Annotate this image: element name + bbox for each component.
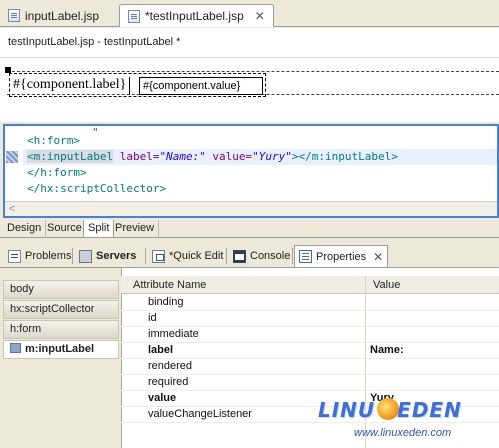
attribute-name: value [148,392,177,404]
tab-separator [145,248,146,264]
tag-scriptcollector[interactable]: hx:scriptCollector [3,300,119,319]
code-line[interactable]: </h:form> [27,165,87,181]
scroll-left-icon[interactable]: < [9,203,15,215]
table-row[interactable]: id [121,311,499,327]
editor-gutter [5,126,19,202]
attribute-name: id [148,312,157,324]
attribute-name: immediate [148,328,199,340]
table-row[interactable]: immediate [121,327,499,343]
bottom-view-tabs: Problems Servers *Quick Edit Console Pro… [0,242,499,268]
code-line-current[interactable]: <m:inputLabel label="Name:" value="Yury"… [23,149,497,165]
close-tab-icon[interactable]: ✕ [255,9,265,23]
horizontal-scrollbar[interactable] [5,201,497,216]
header-attribute-name[interactable]: Attribute Name [133,279,206,291]
editor-tab-label: inputLabel.jsp [25,8,100,23]
current-line-marker-icon [6,151,18,163]
selection-handle[interactable] [5,67,11,73]
code-line[interactable]: </hx:scriptCollector> [27,181,166,197]
code-tag-close: ></m:inputLabel> [291,150,398,163]
code-tag-open: <m:inputLabel [27,150,114,163]
editor-tab-bar: inputLabel.jsp *testInputLabel.jsp ✕ [0,0,499,27]
header-value[interactable]: Value [373,279,400,291]
attribute-name: rendered [148,360,193,372]
quick-edit-icon [152,249,165,263]
tab-label: Servers [96,250,137,262]
servers-icon [79,249,92,263]
tab-properties[interactable]: Properties ✕ [294,245,389,267]
tab-quick-edit[interactable]: *Quick Edit [148,245,227,267]
attribute-value[interactable]: Name: [370,344,404,356]
attribute-table-header: Attribute Name Value [121,276,499,294]
table-row[interactable]: required [121,375,499,391]
code-attr: value= [205,150,253,163]
attribute-name: binding [148,296,184,308]
tag-inputlabel[interactable]: m:inputLabel [3,340,119,359]
code-fragment: " [92,126,99,139]
tab-label: Problems [25,250,72,262]
tag-icon [10,343,21,353]
attribute-name: valueChangeListener [148,408,252,420]
code-line[interactable]: <h:form> [27,133,80,149]
tab-split[interactable]: Split [83,220,115,238]
tag-form[interactable]: h:form [3,320,119,339]
code-string: "Name:" [159,150,206,163]
tab-servers[interactable]: Servers [75,245,140,267]
table-row[interactable]: rendered [121,359,499,375]
watermark-url: www.linuxeden.com [354,427,452,439]
editor-tab-testinputlabel[interactable]: *testInputLabel.jsp ✕ [119,4,274,27]
code-string: "Yury" [252,150,292,163]
component-label-preview[interactable]: #{component.label} [13,77,131,95]
editor-tab-label: *testInputLabel.jsp [145,9,244,23]
table-row[interactable]: binding [121,295,499,311]
tab-source[interactable]: Source [43,220,87,238]
tab-design[interactable]: Design [3,220,47,238]
tab-separator [72,248,73,264]
tag-label: m:inputLabel [25,343,95,355]
tab-problems[interactable]: Problems [4,245,75,267]
code-attr: label= [113,150,160,163]
editor-breadcrumb: testInputLabel.jsp - testInputLabel * [0,28,499,58]
jsp-file-icon [128,9,140,23]
tab-label: *Quick Edit [169,250,224,262]
properties-icon [299,250,312,263]
console-icon [233,249,246,263]
close-tab-icon[interactable]: ✕ [373,250,383,264]
view-mode-tabs: Design Source Split Preview [0,219,499,238]
watermark-brand-right: EDEN [397,398,462,422]
component-value-preview[interactable]: #{component.value} [139,77,263,95]
attribute-name: label [148,344,174,356]
tab-separator [226,248,227,264]
tab-separator [292,248,293,264]
jsp-file-icon [8,9,20,22]
table-row[interactable]: label Name: [121,343,499,359]
editor-tab-inputlabel[interactable]: inputLabel.jsp [0,4,107,27]
tab-label: Console [250,250,291,262]
tab-console[interactable]: Console [229,245,294,267]
watermark-logo: LINU EDEN [318,398,462,422]
problems-icon [8,249,21,263]
tab-preview[interactable]: Preview [111,220,160,238]
attribute-name: required [148,376,189,388]
tab-label: Properties [316,250,367,263]
tag-body[interactable]: body [3,280,119,299]
watermark-brand-left: LINU [318,398,376,422]
